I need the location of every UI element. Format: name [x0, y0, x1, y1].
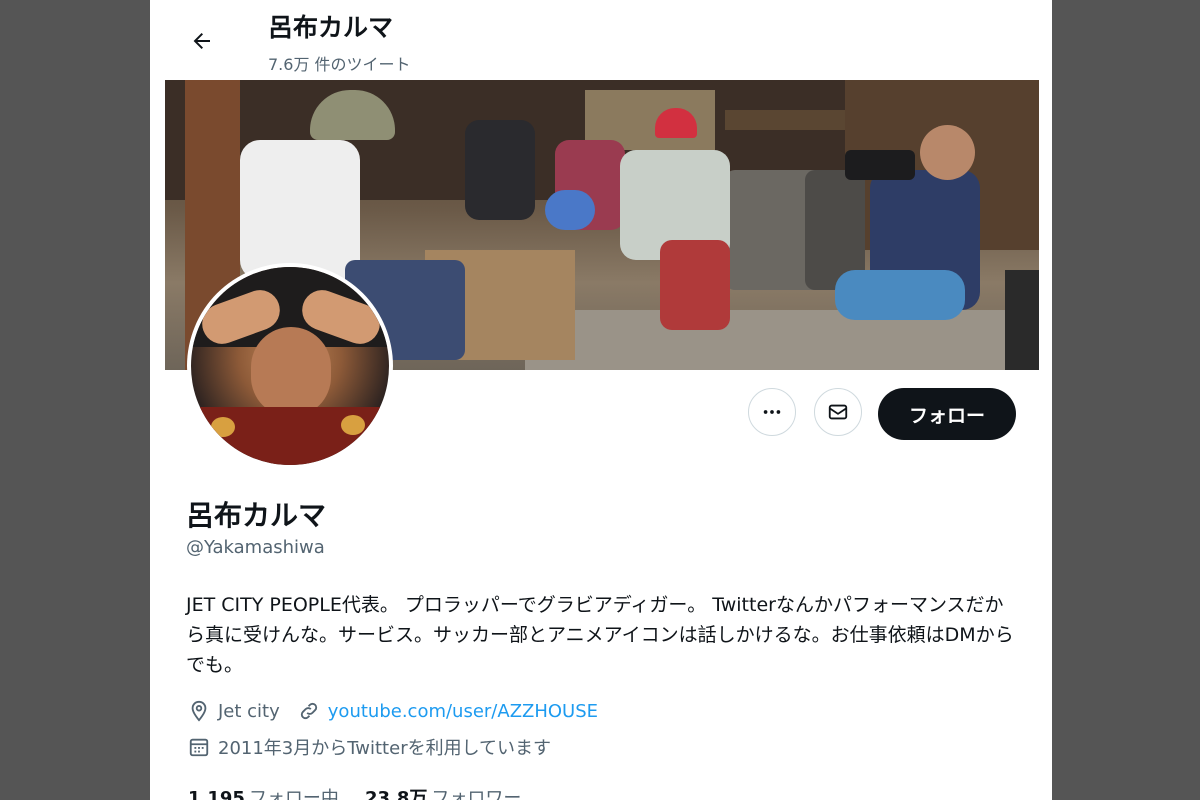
- meta-location-row: Jet city youtube.com/user/AZZHOUSE: [188, 700, 598, 722]
- profile-name: 呂布カルマ: [186, 499, 327, 532]
- follow-stats: 1,195 フォロー中 23.8万 フォロワー: [188, 784, 521, 800]
- message-button[interactable]: [814, 388, 862, 436]
- profile-bio: JET CITY PEOPLE代表。 プロラッパーでグラビアディガー。 Twit…: [186, 594, 1014, 676]
- following-stat[interactable]: 1,195 フォロー中: [188, 784, 339, 800]
- following-label: フォロー中: [248, 788, 339, 800]
- followers-count: 23.8万: [364, 788, 428, 800]
- calendar-icon: [189, 738, 209, 757]
- location-pin-icon: [191, 700, 207, 722]
- meta-joined-row: 2011年3月からTwitterを利用しています: [188, 734, 551, 760]
- header-title: 呂布カルマ: [268, 13, 394, 42]
- follow-button[interactable]: フォロー: [878, 388, 1016, 440]
- more-icon: [763, 410, 781, 414]
- joined-text: 2011年3月からTwitterを利用しています: [218, 738, 552, 759]
- top-bar: 呂布カルマ 7.6万 件のツイート: [150, 0, 1052, 80]
- followers-label: フォロワー: [431, 788, 522, 800]
- link-icon: [300, 702, 317, 720]
- tweet-count: 7.6万 件のツイート: [268, 55, 411, 74]
- avatar[interactable]: [187, 263, 393, 469]
- back-button[interactable]: [186, 25, 218, 57]
- profile-page: 呂布カルマ 7.6万 件のツイート フォロー 呂布カルマ @Yakamashiw…: [150, 0, 1052, 800]
- mail-icon: [828, 404, 848, 420]
- website-link[interactable]: youtube.com/user/AZZHOUSE: [328, 701, 598, 722]
- more-button[interactable]: [748, 388, 796, 436]
- profile-handle: @Yakamashiwa: [186, 537, 325, 558]
- following-count: 1,195: [188, 788, 245, 800]
- back-arrow-icon: [193, 33, 210, 49]
- location-text: Jet city: [218, 700, 280, 722]
- avatar-image: [191, 267, 389, 465]
- followers-stat[interactable]: 23.8万 フォロワー: [365, 784, 521, 800]
